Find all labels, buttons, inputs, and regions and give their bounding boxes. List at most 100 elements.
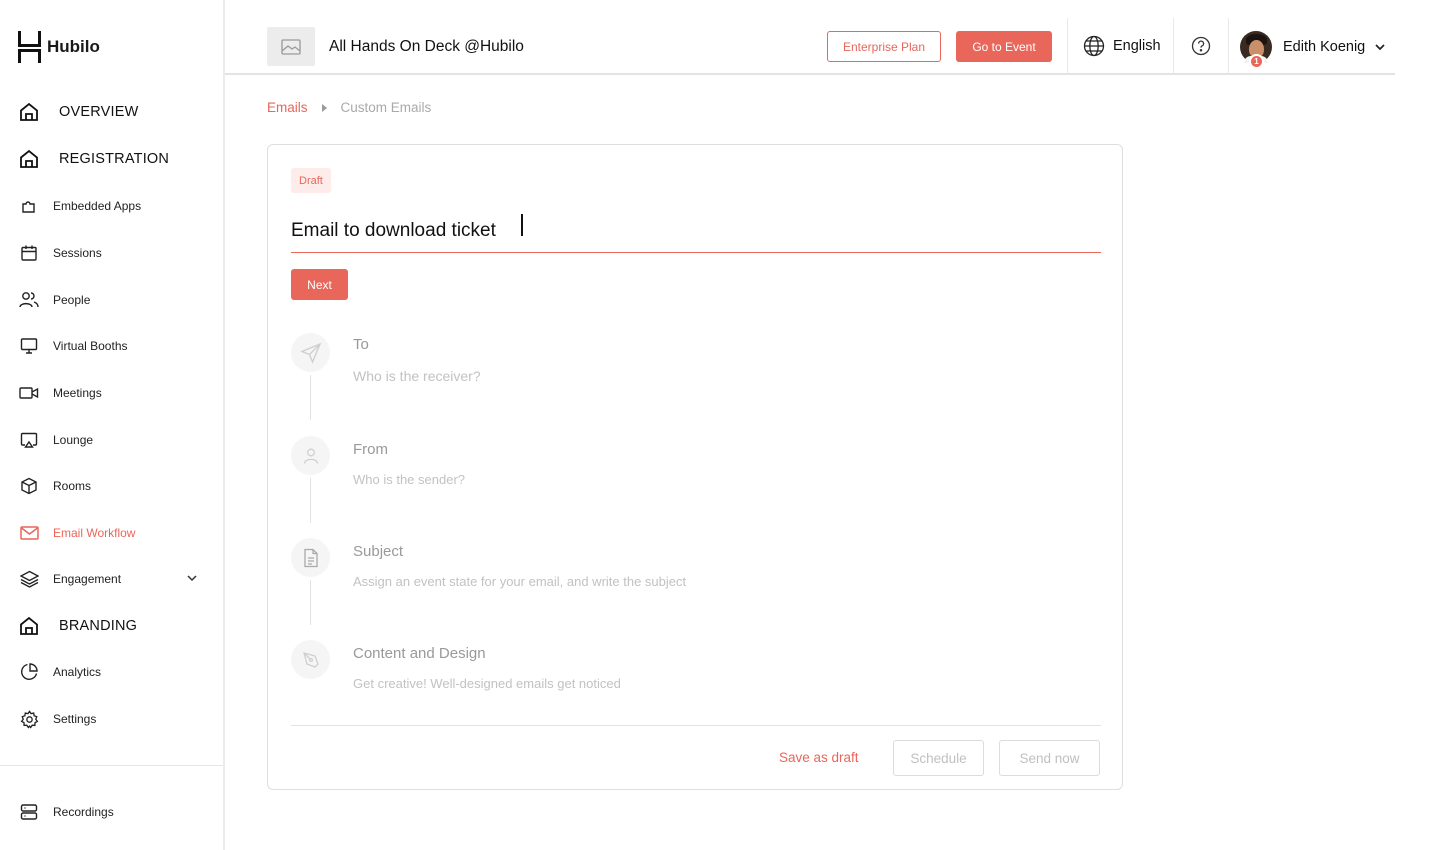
sidebar-item-label: Rooms xyxy=(53,479,92,493)
layers-icon xyxy=(18,568,40,590)
sidebar-item-meetings[interactable]: Meetings xyxy=(0,373,223,413)
sidebar-item-label: Email Workflow xyxy=(53,526,136,540)
pie-chart-icon xyxy=(18,661,40,683)
chevron-down-icon[interactable] xyxy=(186,572,198,584)
puzzle-icon xyxy=(18,195,40,217)
step-circle xyxy=(291,640,330,679)
sidebar-item-label: Virtual Booths xyxy=(53,339,128,353)
sidebar-item-settings[interactable]: Settings xyxy=(0,699,223,739)
step-circle xyxy=(291,538,330,577)
sidebar-item-label: REGISTRATION xyxy=(59,151,170,167)
header-divider xyxy=(1228,18,1229,74)
home-icon xyxy=(18,101,40,123)
notification-badge: 1 xyxy=(1249,54,1264,69)
next-button[interactable]: Next xyxy=(291,269,348,300)
step-circle xyxy=(291,333,330,372)
top-header: All Hands On Deck @Hubilo Enterprise Pla… xyxy=(225,0,1395,75)
event-thumbnail[interactable] xyxy=(267,27,315,66)
sidebar-item-lounge[interactable]: Lounge xyxy=(0,420,223,460)
step-subtitle: Assign an event state for your email, an… xyxy=(353,574,687,589)
sidebar-item-branding[interactable]: BRANDING xyxy=(0,606,223,646)
calendar-icon xyxy=(18,242,40,264)
sidebar-item-people[interactable]: People xyxy=(0,280,223,320)
sidebar-item-label: Engagement xyxy=(53,572,122,586)
chevron-down-icon xyxy=(1375,44,1385,51)
step-connector xyxy=(310,580,311,625)
home-icon xyxy=(18,615,40,637)
cube-icon xyxy=(18,475,40,497)
step-title: Content and Design xyxy=(353,645,486,662)
header-divider xyxy=(1173,18,1174,74)
send-now-button[interactable]: Send now xyxy=(999,740,1100,776)
home-icon xyxy=(18,148,40,170)
breadcrumb-current: Custom Emails xyxy=(340,100,432,115)
sidebar-item-analytics[interactable]: Analytics xyxy=(0,652,223,692)
step-subtitle: Who is the sender? xyxy=(353,472,466,487)
user-name: Edith Koenig xyxy=(1283,39,1366,55)
breadcrumb-separator-icon xyxy=(321,103,327,112)
language-selector[interactable]: English xyxy=(1083,35,1161,57)
sidebar-item-overview[interactable]: OVERVIEW xyxy=(0,92,223,132)
sidebar-item-label: Meetings xyxy=(53,386,102,400)
schedule-button[interactable]: Schedule xyxy=(893,740,984,776)
step-title: Subject xyxy=(353,543,404,560)
brand-name: Hubilo xyxy=(47,37,100,56)
monitor-icon xyxy=(18,335,40,357)
hubilo-logo-icon xyxy=(18,31,41,63)
sidebar-item-sessions[interactable]: Sessions xyxy=(0,233,223,273)
sidebar: Hubilo OVERVIEW REGISTRATION Embedded Ap… xyxy=(0,0,225,850)
globe-icon xyxy=(1083,35,1105,57)
sidebar-item-label: BRANDING xyxy=(59,618,138,634)
gear-icon xyxy=(18,708,40,730)
user-icon xyxy=(303,448,318,464)
document-icon xyxy=(303,548,318,567)
step-subtitle: Who is the receiver? xyxy=(353,368,481,384)
sidebar-item-label: Recordings xyxy=(53,805,114,819)
sidebar-item-rooms[interactable]: Rooms xyxy=(0,466,223,506)
mail-icon xyxy=(18,522,40,544)
cast-icon xyxy=(18,429,40,451)
server-icon xyxy=(18,801,40,823)
step-title: From xyxy=(353,441,388,458)
avatar: 1 xyxy=(1240,31,1272,69)
language-label: English xyxy=(1113,38,1161,54)
sidebar-item-label: Settings xyxy=(53,712,97,726)
send-icon xyxy=(299,342,321,364)
video-icon xyxy=(18,382,40,404)
sidebar-item-label: Analytics xyxy=(53,665,102,679)
user-menu[interactable]: 1 Edith Koenig xyxy=(1240,31,1386,69)
step-connector xyxy=(310,478,311,523)
go-to-event-button[interactable]: Go to Event xyxy=(956,31,1052,62)
help-button[interactable] xyxy=(1191,36,1211,61)
pen-tool-icon xyxy=(302,651,319,668)
sidebar-item-registration[interactable]: REGISTRATION xyxy=(0,139,223,179)
sidebar-item-engagement[interactable]: Engagement xyxy=(0,559,223,599)
step-circle xyxy=(291,436,330,475)
brand-logo[interactable]: Hubilo xyxy=(17,30,100,64)
save-as-draft-button[interactable]: Save as draft xyxy=(779,750,859,765)
text-caret xyxy=(521,214,523,236)
enterprise-plan-button[interactable]: Enterprise Plan xyxy=(827,31,941,62)
sidebar-item-label: Sessions xyxy=(53,246,102,260)
sidebar-item-label: Embedded Apps xyxy=(53,199,142,213)
email-editor-card: Draft Next To Who is the receiver? From … xyxy=(267,144,1123,790)
step-subtitle: Get creative! Well-designed emails get n… xyxy=(353,676,621,691)
event-title: All Hands On Deck @Hubilo xyxy=(329,38,524,55)
sidebar-item-recordings[interactable]: Recordings xyxy=(0,792,223,832)
step-title: To xyxy=(353,336,369,353)
status-badge: Draft xyxy=(291,168,331,193)
breadcrumb-emails-link[interactable]: Emails xyxy=(267,100,308,115)
breadcrumb: Emails Custom Emails xyxy=(267,100,431,115)
help-icon xyxy=(1191,36,1211,56)
sidebar-item-label: OVERVIEW xyxy=(59,104,139,120)
email-title-input[interactable] xyxy=(291,209,1101,253)
image-placeholder-icon xyxy=(281,38,301,55)
card-divider xyxy=(291,725,1101,726)
people-icon xyxy=(18,289,40,311)
sidebar-item-embedded-apps[interactable]: Embedded Apps xyxy=(0,186,223,226)
step-connector xyxy=(310,375,311,420)
sidebar-item-virtual-booths[interactable]: Virtual Booths xyxy=(0,326,223,366)
sidebar-item-label: People xyxy=(53,293,91,307)
sidebar-item-email-workflow[interactable]: Email Workflow xyxy=(0,513,223,553)
sidebar-divider xyxy=(0,765,223,766)
